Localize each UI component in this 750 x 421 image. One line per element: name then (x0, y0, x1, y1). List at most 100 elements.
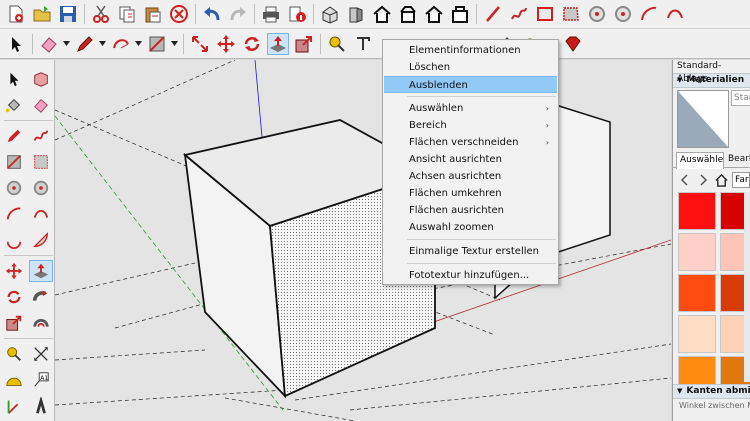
freehand-icon[interactable] (508, 3, 530, 25)
pencil-icon[interactable] (74, 33, 96, 55)
3d-text-icon[interactable] (29, 395, 53, 417)
tape-measure-icon[interactable] (326, 33, 348, 55)
print-icon[interactable] (260, 3, 282, 25)
make-component-icon[interactable] (29, 68, 53, 90)
chevron-down-icon[interactable] (134, 33, 142, 55)
chevron-down-icon[interactable] (98, 33, 106, 55)
back-arrow-icon[interactable] (678, 173, 692, 187)
rectangle-icon[interactable] (2, 151, 26, 173)
menu-item[interactable]: Einmalige Textur erstellen (383, 243, 558, 260)
freehand-icon[interactable] (29, 125, 53, 147)
move-icon[interactable] (215, 33, 237, 55)
arc-icon[interactable] (638, 3, 660, 25)
home-icon[interactable] (714, 173, 728, 187)
model-scene[interactable] (55, 60, 671, 421)
chevron-down-icon[interactable] (170, 33, 178, 55)
material-swatch[interactable] (678, 192, 716, 230)
polygon-icon[interactable] (612, 3, 634, 25)
front-view-icon[interactable] (371, 3, 393, 25)
tab-edit[interactable]: Bearb (725, 152, 750, 168)
right-view-icon[interactable] (397, 3, 419, 25)
undo-icon[interactable] (201, 3, 223, 25)
rotated-rect-icon[interactable] (560, 3, 582, 25)
push-pull-icon[interactable] (267, 32, 289, 55)
materials-panel-header[interactable]: ▼ Materialien (673, 73, 750, 88)
pie-icon[interactable] (664, 3, 686, 25)
redo-icon[interactable] (227, 3, 249, 25)
tray-scrollbar[interactable] (744, 192, 750, 382)
text-icon[interactable] (352, 33, 374, 55)
shape-icon[interactable] (146, 33, 168, 55)
arc-tool-icon[interactable] (110, 33, 132, 55)
dimension-icon[interactable] (29, 343, 53, 365)
rectangle-icon[interactable] (534, 3, 556, 25)
save-icon[interactable] (57, 3, 79, 25)
forward-arrow-icon[interactable] (696, 173, 710, 187)
menu-item[interactable]: Auswählen › (383, 100, 558, 117)
material-name-field[interactable]: Stan (731, 90, 750, 106)
menu-item-label: Achsen ausrichten (409, 171, 502, 182)
line-icon[interactable] (2, 125, 26, 147)
tape-measure-icon[interactable] (2, 343, 26, 365)
eraser-icon[interactable] (38, 33, 60, 55)
erase-icon[interactable] (168, 3, 190, 25)
offset-icon[interactable] (189, 33, 211, 55)
rotate-icon[interactable] (241, 33, 263, 55)
back-view-icon[interactable] (423, 3, 445, 25)
scale-icon[interactable] (2, 312, 26, 334)
select-arrow-icon[interactable] (2, 68, 26, 90)
left-view-icon[interactable] (449, 3, 471, 25)
paste-icon[interactable] (142, 3, 164, 25)
paint-bucket-icon[interactable] (2, 94, 26, 116)
eraser-icon[interactable] (29, 94, 53, 116)
copy-icon[interactable] (116, 3, 138, 25)
pie-icon[interactable] (29, 229, 53, 251)
two-point-arc-icon[interactable] (29, 203, 53, 225)
library-select[interactable]: Farb (732, 172, 750, 188)
ruby-icon[interactable] (562, 33, 584, 55)
model-info-icon[interactable] (286, 3, 308, 25)
protractor-icon[interactable] (2, 369, 26, 391)
text-label-icon[interactable]: A1 (29, 369, 53, 391)
menu-item[interactable]: Auswahl zoomen (383, 219, 558, 236)
menu-item[interactable]: Löschen (383, 59, 558, 76)
offset-icon[interactable] (29, 312, 53, 334)
circle-icon[interactable] (586, 3, 608, 25)
palette-separator (4, 120, 53, 121)
menu-item[interactable]: Flächen verschneiden › (383, 134, 558, 151)
axes-icon[interactable] (2, 395, 26, 417)
select-icon[interactable] (5, 33, 27, 55)
menu-item[interactable]: Fototextur hinzufügen... (383, 267, 558, 284)
menu-item[interactable]: Ansicht ausrichten (383, 151, 558, 168)
open-icon[interactable] (31, 3, 53, 25)
drawing-viewport[interactable] (55, 60, 671, 421)
material-swatch[interactable] (678, 274, 716, 312)
menu-item[interactable]: Achsen ausrichten (383, 168, 558, 185)
material-swatch[interactable] (678, 233, 716, 271)
top-view-icon[interactable] (345, 3, 367, 25)
menu-item[interactable]: Flächen ausrichten (383, 202, 558, 219)
material-swatch[interactable] (678, 315, 716, 353)
toolbar-separator (476, 4, 477, 24)
new-icon[interactable] (5, 3, 27, 25)
rotated-rectangle-icon[interactable] (29, 151, 53, 173)
menu-item[interactable]: Elementinformationen (383, 42, 558, 59)
iso-view-icon[interactable] (319, 3, 341, 25)
menu-item[interactable]: Ausblenden (384, 76, 557, 93)
soften-edges-header[interactable]: ▼Kanten abmild (673, 384, 750, 399)
tab-select[interactable]: Auswählen (676, 152, 724, 169)
three-point-arc-icon[interactable] (2, 229, 26, 251)
line-icon[interactable] (482, 3, 504, 25)
rotate-icon[interactable] (2, 286, 26, 308)
scale-icon[interactable] (293, 33, 315, 55)
menu-item[interactable]: Bereich › (383, 117, 558, 134)
menu-item[interactable]: Flächen umkehren (383, 185, 558, 202)
push-pull-icon[interactable] (29, 260, 53, 282)
cut-icon[interactable] (90, 3, 112, 25)
arc-icon[interactable] (2, 203, 26, 225)
chevron-down-icon[interactable] (62, 33, 70, 55)
follow-me-icon[interactable] (29, 286, 53, 308)
polygon-icon[interactable] (29, 177, 53, 199)
circle-icon[interactable] (2, 177, 26, 199)
move-icon[interactable] (2, 260, 26, 282)
